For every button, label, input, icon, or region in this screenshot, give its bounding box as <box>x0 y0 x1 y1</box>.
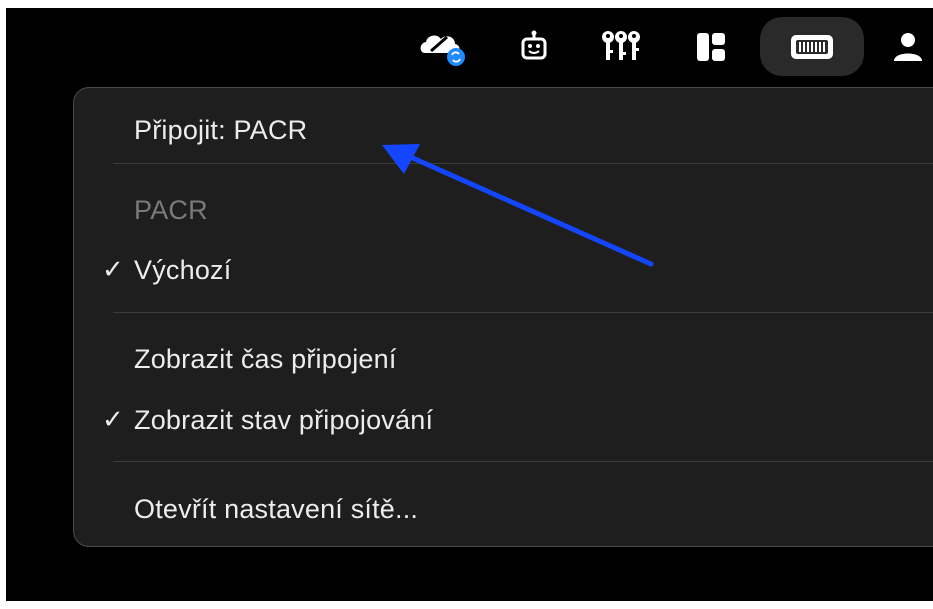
connect-menu-item[interactable]: Připojit: PACR <box>74 106 933 154</box>
checkmark-icon: ✓ <box>102 255 124 285</box>
show-connect-status-menu-item[interactable]: ✓ Zobrazit stav připojování <box>74 396 933 444</box>
keys-icon[interactable] <box>598 26 644 68</box>
open-network-settings-menu-item[interactable]: Otevřít nastavení sítě... <box>74 485 933 533</box>
section-header-pacr: PACR <box>74 186 933 234</box>
vpn-icon[interactable] <box>786 26 838 68</box>
desktop-screen: Připojit: PACR PACR ✓ Výchozí Zobrazit č… <box>6 8 933 601</box>
cloud-sync-icon[interactable] <box>416 26 468 68</box>
connect-label: Připojit: PACR <box>134 114 308 145</box>
default-menu-item[interactable]: ✓ Výchozí <box>74 246 933 294</box>
user-icon[interactable] <box>888 26 928 68</box>
menu-separator <box>113 163 933 164</box>
show-connect-time-label: Zobrazit čas připojení <box>134 343 397 374</box>
show-connect-time-menu-item[interactable]: Zobrazit čas připojení <box>74 335 933 383</box>
open-network-settings-label: Otevřít nastavení sítě... <box>134 493 419 524</box>
menu-separator <box>113 461 933 462</box>
layout-icon[interactable] <box>691 26 731 68</box>
vpn-dropdown-menu: Připojit: PACR PACR ✓ Výchozí Zobrazit č… <box>73 87 933 547</box>
checkmark-icon: ✓ <box>102 405 124 435</box>
menu-separator <box>113 312 933 313</box>
show-connect-status-label: Zobrazit stav připojování <box>134 404 434 435</box>
default-label: Výchozí <box>134 254 232 285</box>
section-header-label: PACR <box>134 194 208 225</box>
robot-icon[interactable] <box>514 26 554 68</box>
